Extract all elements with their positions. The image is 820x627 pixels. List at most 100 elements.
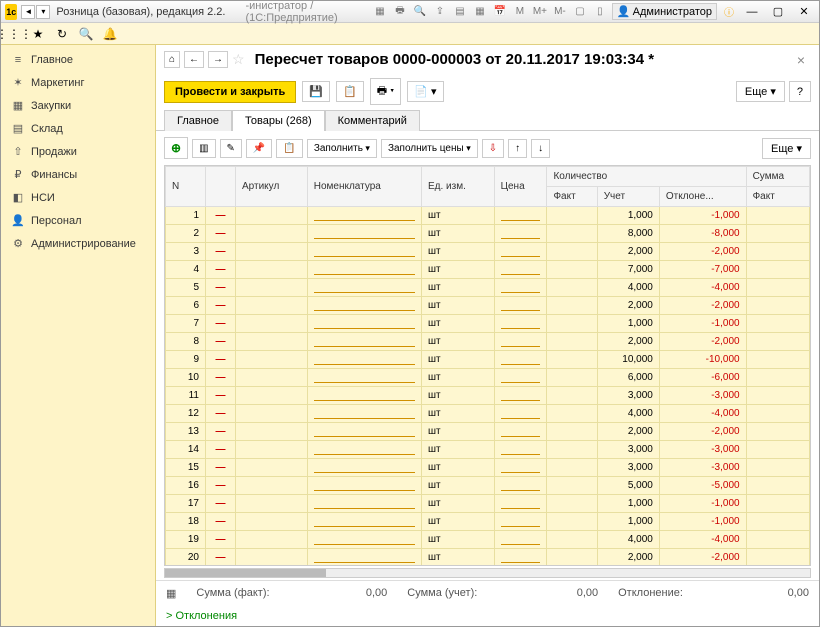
link-icon[interactable]: ⇪ xyxy=(432,4,448,20)
cell-nom[interactable] xyxy=(307,387,421,405)
cell-dev[interactable]: -2,000 xyxy=(659,423,746,441)
col-dev[interactable]: Отклоне... xyxy=(659,187,746,207)
sidebar-item[interactable]: ✶Маркетинг xyxy=(1,71,155,94)
cell-unit[interactable]: шт xyxy=(422,495,495,513)
col-n[interactable]: N xyxy=(166,167,206,207)
cell-price[interactable] xyxy=(494,333,547,351)
apps-icon[interactable]: ⋮⋮⋮ xyxy=(5,25,23,43)
cell-nom[interactable] xyxy=(307,405,421,423)
cell-dev[interactable]: -2,000 xyxy=(659,549,746,567)
cell-n[interactable]: 1 xyxy=(166,207,206,225)
cell-fact[interactable] xyxy=(547,387,597,405)
cell-nom[interactable] xyxy=(307,423,421,441)
cell-unit[interactable]: шт xyxy=(422,405,495,423)
help-icon[interactable]: ▢ xyxy=(572,4,588,20)
cell-acc[interactable]: 2,000 xyxy=(597,333,659,351)
cell-art[interactable] xyxy=(236,495,308,513)
cell-dev[interactable]: -5,000 xyxy=(659,477,746,495)
cell-fact[interactable] xyxy=(547,405,597,423)
cell-acc[interactable]: 3,000 xyxy=(597,441,659,459)
cell-dev[interactable]: -1,000 xyxy=(659,495,746,513)
cell-unit[interactable]: шт xyxy=(422,459,495,477)
table-row[interactable]: 7—шт1,000-1,000 xyxy=(166,315,810,333)
cell-status[interactable]: — xyxy=(206,387,236,405)
cell-n[interactable]: 6 xyxy=(166,297,206,315)
m-btn[interactable]: M xyxy=(512,4,528,20)
cell-price[interactable] xyxy=(494,207,547,225)
col-nom[interactable]: Номенклатура xyxy=(307,167,421,207)
edit-button[interactable]: ✎ xyxy=(220,139,242,158)
sidebar-item[interactable]: ⚙Администрирование xyxy=(1,232,155,255)
cell-nom[interactable] xyxy=(307,333,421,351)
history-icon[interactable]: ↻ xyxy=(53,25,71,43)
cell-nom[interactable] xyxy=(307,297,421,315)
cell-unit[interactable]: шт xyxy=(422,513,495,531)
search-icon[interactable]: 🔍 xyxy=(412,4,428,20)
cell-acc[interactable]: 5,000 xyxy=(597,477,659,495)
cell-fact[interactable] xyxy=(547,225,597,243)
cell-price[interactable] xyxy=(494,315,547,333)
user-badge[interactable]: 👤Администратор xyxy=(612,3,717,20)
cell-unit[interactable]: шт xyxy=(422,351,495,369)
cell-unit[interactable]: шт xyxy=(422,261,495,279)
cell-acc[interactable]: 2,000 xyxy=(597,297,659,315)
cell-sum[interactable] xyxy=(746,225,809,243)
cell-fact[interactable] xyxy=(547,297,597,315)
cell-dev[interactable]: -1,000 xyxy=(659,513,746,531)
cell-status[interactable]: — xyxy=(206,513,236,531)
table-row[interactable]: 14—шт3,000-3,000 xyxy=(166,441,810,459)
table-row[interactable]: 11—шт3,000-3,000 xyxy=(166,387,810,405)
cell-sum[interactable] xyxy=(746,261,809,279)
cell-status[interactable]: — xyxy=(206,477,236,495)
cell-fact[interactable] xyxy=(547,441,597,459)
pin-button[interactable]: 📌 xyxy=(246,139,272,158)
move-down-button[interactable]: ↓ xyxy=(531,139,550,158)
cell-art[interactable] xyxy=(236,279,308,297)
cell-dev[interactable]: -3,000 xyxy=(659,387,746,405)
cell-fact[interactable] xyxy=(547,459,597,477)
cell-n[interactable]: 18 xyxy=(166,513,206,531)
col-sum-fact[interactable]: Факт xyxy=(746,187,809,207)
cell-unit[interactable]: шт xyxy=(422,369,495,387)
tab[interactable]: Главное xyxy=(164,110,232,131)
cell-dev[interactable]: -3,000 xyxy=(659,459,746,477)
table-row[interactable]: 20—шт2,000-2,000 xyxy=(166,549,810,567)
cell-price[interactable] xyxy=(494,225,547,243)
cell-price[interactable] xyxy=(494,477,547,495)
cell-unit[interactable]: шт xyxy=(422,423,495,441)
report-button[interactable]: 📄 ▾ xyxy=(407,81,443,102)
col-sum[interactable]: Сумма xyxy=(746,167,809,187)
cell-acc[interactable]: 4,000 xyxy=(597,531,659,549)
help-button[interactable]: ? xyxy=(789,81,811,102)
cell-fact[interactable] xyxy=(547,549,597,567)
cell-status[interactable]: — xyxy=(206,351,236,369)
cell-dev[interactable]: -4,000 xyxy=(659,279,746,297)
post-and-close-button[interactable]: Провести и закрыть xyxy=(164,81,296,103)
cell-acc[interactable]: 1,000 xyxy=(597,207,659,225)
close-button[interactable]: ✕ xyxy=(793,4,815,20)
cell-nom[interactable] xyxy=(307,369,421,387)
cell-fact[interactable] xyxy=(547,513,597,531)
col-qty[interactable]: Количество xyxy=(547,167,746,187)
cell-sum[interactable] xyxy=(746,297,809,315)
cell-nom[interactable] xyxy=(307,477,421,495)
home-button[interactable]: ⌂ xyxy=(164,51,180,68)
cell-sum[interactable] xyxy=(746,333,809,351)
cell-art[interactable] xyxy=(236,387,308,405)
cell-unit[interactable]: шт xyxy=(422,549,495,567)
cell-acc[interactable]: 1,000 xyxy=(597,513,659,531)
cell-acc[interactable]: 3,000 xyxy=(597,459,659,477)
cell-nom[interactable] xyxy=(307,315,421,333)
cell-dev[interactable]: -4,000 xyxy=(659,531,746,549)
cell-nom[interactable] xyxy=(307,459,421,477)
cell-acc[interactable]: 4,000 xyxy=(597,405,659,423)
cell-sum[interactable] xyxy=(746,531,809,549)
cell-unit[interactable]: шт xyxy=(422,333,495,351)
cell-status[interactable]: — xyxy=(206,225,236,243)
cell-fact[interactable] xyxy=(547,423,597,441)
cell-art[interactable] xyxy=(236,315,308,333)
calendar-icon[interactable]: 📅 xyxy=(492,4,508,20)
import-button[interactable]: ⇩ xyxy=(482,139,504,158)
cell-price[interactable] xyxy=(494,387,547,405)
deviations-link[interactable]: Отклонения xyxy=(156,606,819,626)
